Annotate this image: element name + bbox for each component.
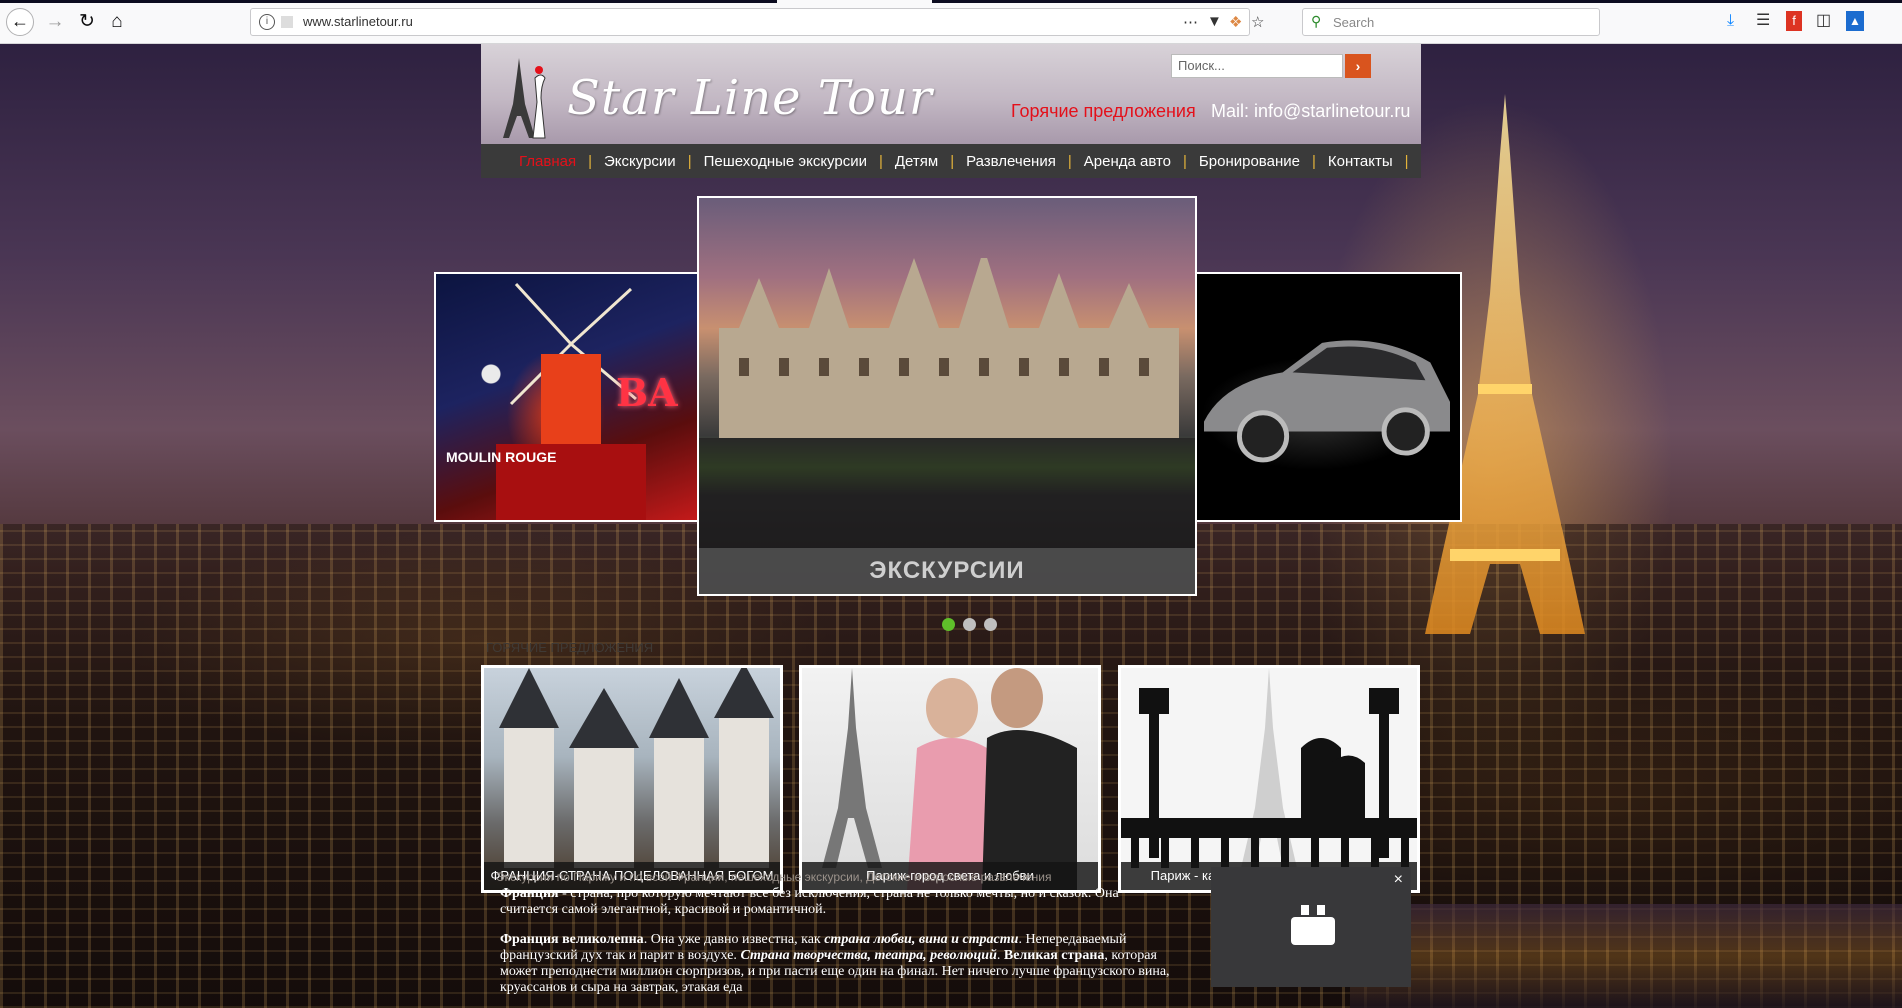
permissions-icon[interactable]: [281, 16, 293, 28]
nav-item-entertainment[interactable]: Развлечения: [954, 153, 1068, 170]
about-paragraph-2: Франция великолепна. Она уже давно извес…: [500, 932, 1180, 996]
browser-search-placeholder[interactable]: Search: [1333, 15, 1374, 30]
nav-item-walking-tours[interactable]: Пешеходные экскурсии: [692, 153, 879, 170]
about-p2-text-a: . Она уже давно известна, как: [643, 932, 825, 947]
offer-card-paris-light[interactable]: Париж-город света и любви: [799, 665, 1101, 893]
forward-icon[interactable]: →: [42, 9, 68, 35]
chateau-image: [699, 258, 1195, 588]
about-paragraph-1: Франция - страна, про которую мечтают вс…: [500, 886, 1180, 918]
hot-offers-link[interactable]: Горячие предложения: [1011, 101, 1196, 122]
offers-section-title: горячие предложения: [486, 640, 654, 655]
page-background: Star Line Tour Поиск... › Горячие предло…: [0, 44, 1902, 1008]
info-icon[interactable]: i: [259, 14, 275, 30]
extension-icon[interactable]: ❖: [1229, 13, 1242, 31]
site-header: Star Line Tour Поиск... › Горячие предло…: [481, 44, 1421, 144]
car-icon: [1204, 340, 1450, 463]
nav-item-booking[interactable]: Бронирование: [1187, 153, 1312, 170]
site-logo[interactable]: Star Line Tour: [567, 70, 933, 126]
river-reflection: [1350, 904, 1902, 1008]
silhouette-image: [1121, 668, 1417, 868]
nav-item-kids[interactable]: Детям: [883, 153, 950, 170]
reload-icon[interactable]: ↻: [74, 9, 100, 35]
overlay-widget[interactable]: ×: [1211, 867, 1411, 987]
cabaret-sign: BA: [616, 370, 678, 415]
download-icon[interactable]: ⤓: [1727, 11, 1734, 31]
carousel-dots: [942, 618, 997, 631]
browser-toolbar: ← → ↻ ⌂ i www.starlinetour.ru ⋯ ▼ ❖ ☆ ⚲ …: [0, 0, 1902, 44]
about-p2-em-2: Страна творчества, театра, революций: [740, 948, 997, 963]
carousel-dot[interactable]: [942, 618, 955, 631]
about-p2-text-c: .: [996, 948, 1004, 963]
close-icon[interactable]: ×: [1394, 871, 1403, 889]
carousel-dot[interactable]: [963, 618, 976, 631]
site-search-button[interactable]: ›: [1345, 54, 1371, 78]
contact-mail[interactable]: Mail: info@starlinetour.ru: [1211, 101, 1410, 122]
about-p2-bold-2: Великая страна: [1003, 948, 1105, 963]
site-search-input[interactable]: Поиск...: [1171, 54, 1343, 78]
couple-image: [822, 668, 1077, 890]
sidebar-icon[interactable]: ◫: [1816, 11, 1831, 31]
address-bar[interactable]: i www.starlinetour.ru ⋯ ▼ ❖ ☆: [250, 8, 1264, 36]
offer-card-france[interactable]: ФРАНЦИЯ-СТРАНА ПОЦЕЛОВАННАЯ БОГОМ: [481, 665, 783, 893]
home-icon[interactable]: ⌂: [104, 9, 130, 35]
about-p1-text: - страна, про которую мечтают все без ис…: [500, 886, 1119, 917]
about-p2-bold-1: Франция великолепна: [500, 932, 644, 947]
offer-card-paris-sounds[interactable]: Париж - как много звуков в этом слове!: [1118, 665, 1420, 893]
carousel-caption[interactable]: ЭКСКУРСИИ: [699, 548, 1195, 594]
nav-item-car-rental[interactable]: Аренда авто: [1072, 153, 1183, 170]
carousel-dot[interactable]: [984, 618, 997, 631]
address-url[interactable]: www.starlinetour.ru: [303, 14, 413, 29]
screenshot-icon[interactable]: ▲: [1846, 11, 1864, 31]
tab-strip: [0, 0, 1902, 3]
about-p2-em-1: страна любви, вина и страсти: [824, 932, 1019, 947]
castle-image: [499, 668, 774, 868]
browser-search[interactable]: ⚲ Search: [1302, 8, 1600, 36]
about-meta: Экскурсии по Парижу и по всей Франции, п…: [496, 870, 1052, 884]
nav-separator: |: [1404, 152, 1409, 170]
more-icon[interactable]: ⋯: [1183, 13, 1198, 31]
logo-tower-icon: [503, 58, 546, 139]
flash-icon[interactable]: f: [1786, 11, 1802, 31]
carousel-slide-car[interactable]: [1192, 272, 1462, 522]
back-icon[interactable]: ←: [6, 8, 34, 36]
nav-item-home[interactable]: Главная: [507, 153, 588, 170]
nav-item-excursions[interactable]: Экскурсии: [592, 153, 688, 170]
main-nav: Главная | Экскурсии | Пешеходные экскурсии…: [481, 144, 1421, 178]
nav-item-contacts[interactable]: Контакты: [1316, 153, 1405, 170]
carousel-slide-chateau[interactable]: ЭКСКУРСИИ: [697, 196, 1197, 596]
about-p1-bold: Франция: [500, 886, 559, 901]
active-tab-indicator[interactable]: [777, 0, 932, 3]
pocket-icon[interactable]: ▼: [1207, 13, 1222, 30]
carousel-slide-moulin-rouge[interactable]: BA MOULIN ROUGE: [434, 272, 700, 522]
app-widget-icon: [1291, 905, 1335, 945]
search-icon: ⚲: [1311, 13, 1322, 29]
moulin-rouge-sign: MOULIN ROUGE: [446, 449, 557, 465]
library-icon[interactable]: ☰: [1756, 11, 1770, 31]
bookmark-star-icon[interactable]: ☆: [1251, 13, 1264, 31]
